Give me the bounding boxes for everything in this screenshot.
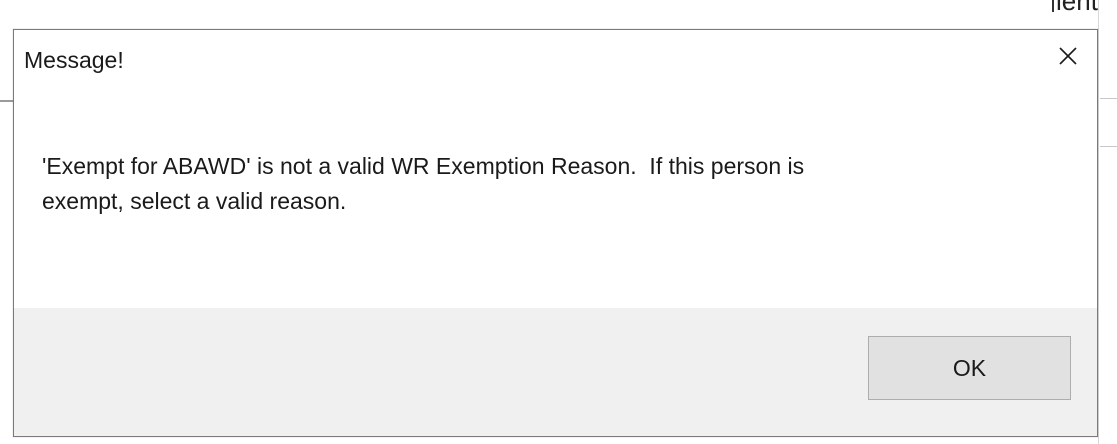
background-text-fragment: lent	[1052, 0, 1117, 16]
dialog-footer: OK	[14, 308, 1097, 436]
screen: lent Message! 'Exempt for ABAWD' is not …	[0, 0, 1117, 444]
background-divider-right-lower	[1100, 146, 1117, 147]
close-button[interactable]	[1039, 30, 1097, 82]
message-dialog: Message! 'Exempt for ABAWD' is not a val…	[13, 29, 1098, 437]
background-divider-right	[1100, 98, 1117, 99]
dialog-title: Message!	[24, 47, 124, 73]
background-panel-edge	[1098, 0, 1099, 444]
dialog-message: 'Exempt for ABAWD' is not a valid WR Exe…	[42, 153, 805, 214]
background-text-bar	[1052, 0, 1054, 12]
background-text: lent	[1056, 0, 1098, 16]
dialog-body: 'Exempt for ABAWD' is not a valid WR Exe…	[14, 92, 1097, 308]
ok-button[interactable]: OK	[868, 336, 1071, 400]
close-icon	[1059, 47, 1077, 65]
background-divider	[0, 100, 14, 102]
dialog-titlebar[interactable]: Message!	[14, 30, 1097, 92]
